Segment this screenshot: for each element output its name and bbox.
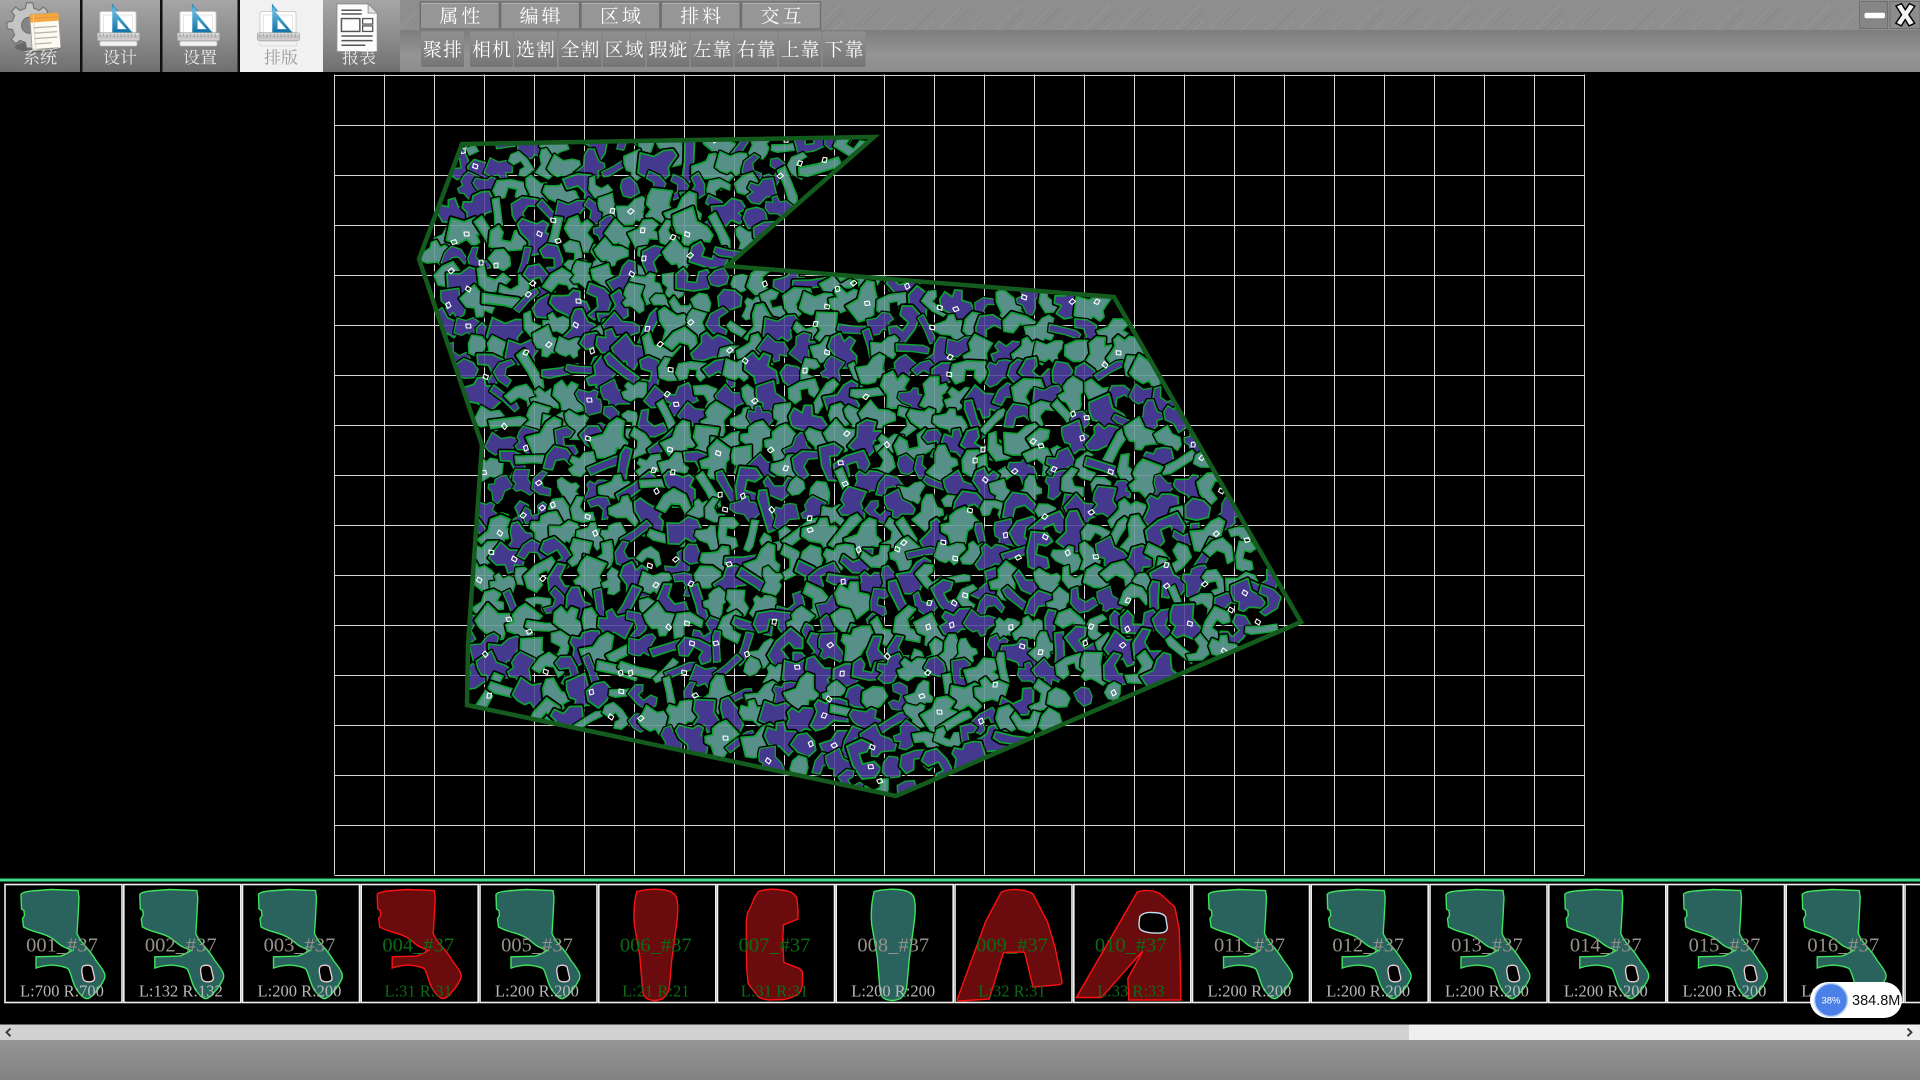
svg-text:L:200 R:200: L:200 R:200: [1208, 982, 1292, 1001]
svg-text:015_#37: 015_#37: [1689, 935, 1761, 957]
svg-text:L:200 R:200: L:200 R:200: [495, 982, 579, 1001]
svg-text:001_#37: 001_#37: [26, 935, 98, 957]
svg-text:L:700 R:700: L:700 R:700: [20, 982, 104, 1001]
svg-text:L:200 R:200: L:200 R:200: [851, 982, 935, 1001]
svg-text:014_#37: 014_#37: [1570, 935, 1642, 957]
svg-text:005_#37: 005_#37: [501, 935, 573, 957]
svg-text:002_#37: 002_#37: [145, 935, 217, 957]
svg-text:013_#37: 013_#37: [1451, 935, 1523, 957]
svg-text:016_#37: 016_#37: [1807, 935, 1879, 957]
svg-text:L:200 R:200: L:200 R:200: [1683, 982, 1767, 1001]
svg-text:38%: 38%: [1821, 996, 1841, 1007]
svg-text:L:33 R:33: L:33 R:33: [1097, 982, 1164, 1001]
svg-text:009_#37: 009_#37: [976, 935, 1048, 957]
svg-text:L:200 R:200: L:200 R:200: [1326, 982, 1410, 1001]
svg-text:011_#37: 011_#37: [1214, 935, 1285, 957]
svg-text:003_#37: 003_#37: [264, 935, 336, 957]
svg-text:012_#37: 012_#37: [1332, 935, 1404, 957]
svg-text:L:200 R:200: L:200 R:200: [1564, 982, 1648, 1001]
svg-text:L:200 R:200: L:200 R:200: [1445, 982, 1529, 1001]
svg-text:010_#37: 010_#37: [1095, 935, 1167, 957]
svg-text:L:31 R:31: L:31 R:31: [385, 982, 452, 1001]
svg-text:384.8M: 384.8M: [1852, 993, 1900, 1009]
svg-text:L:132 R:132: L:132 R:132: [139, 982, 223, 1001]
svg-text:L:31 R:31: L:31 R:31: [741, 982, 808, 1001]
svg-text:004_#37: 004_#37: [382, 935, 454, 957]
svg-text:L:21 R:21: L:21 R:21: [622, 982, 689, 1001]
svg-text:006_#37: 006_#37: [620, 935, 692, 957]
svg-text:L:200 R:200: L:200 R:200: [258, 982, 342, 1001]
svg-text:007_#37: 007_#37: [739, 935, 811, 957]
svg-text:L:32 R:31: L:32 R:31: [978, 982, 1045, 1001]
svg-text:008_#37: 008_#37: [857, 935, 929, 957]
